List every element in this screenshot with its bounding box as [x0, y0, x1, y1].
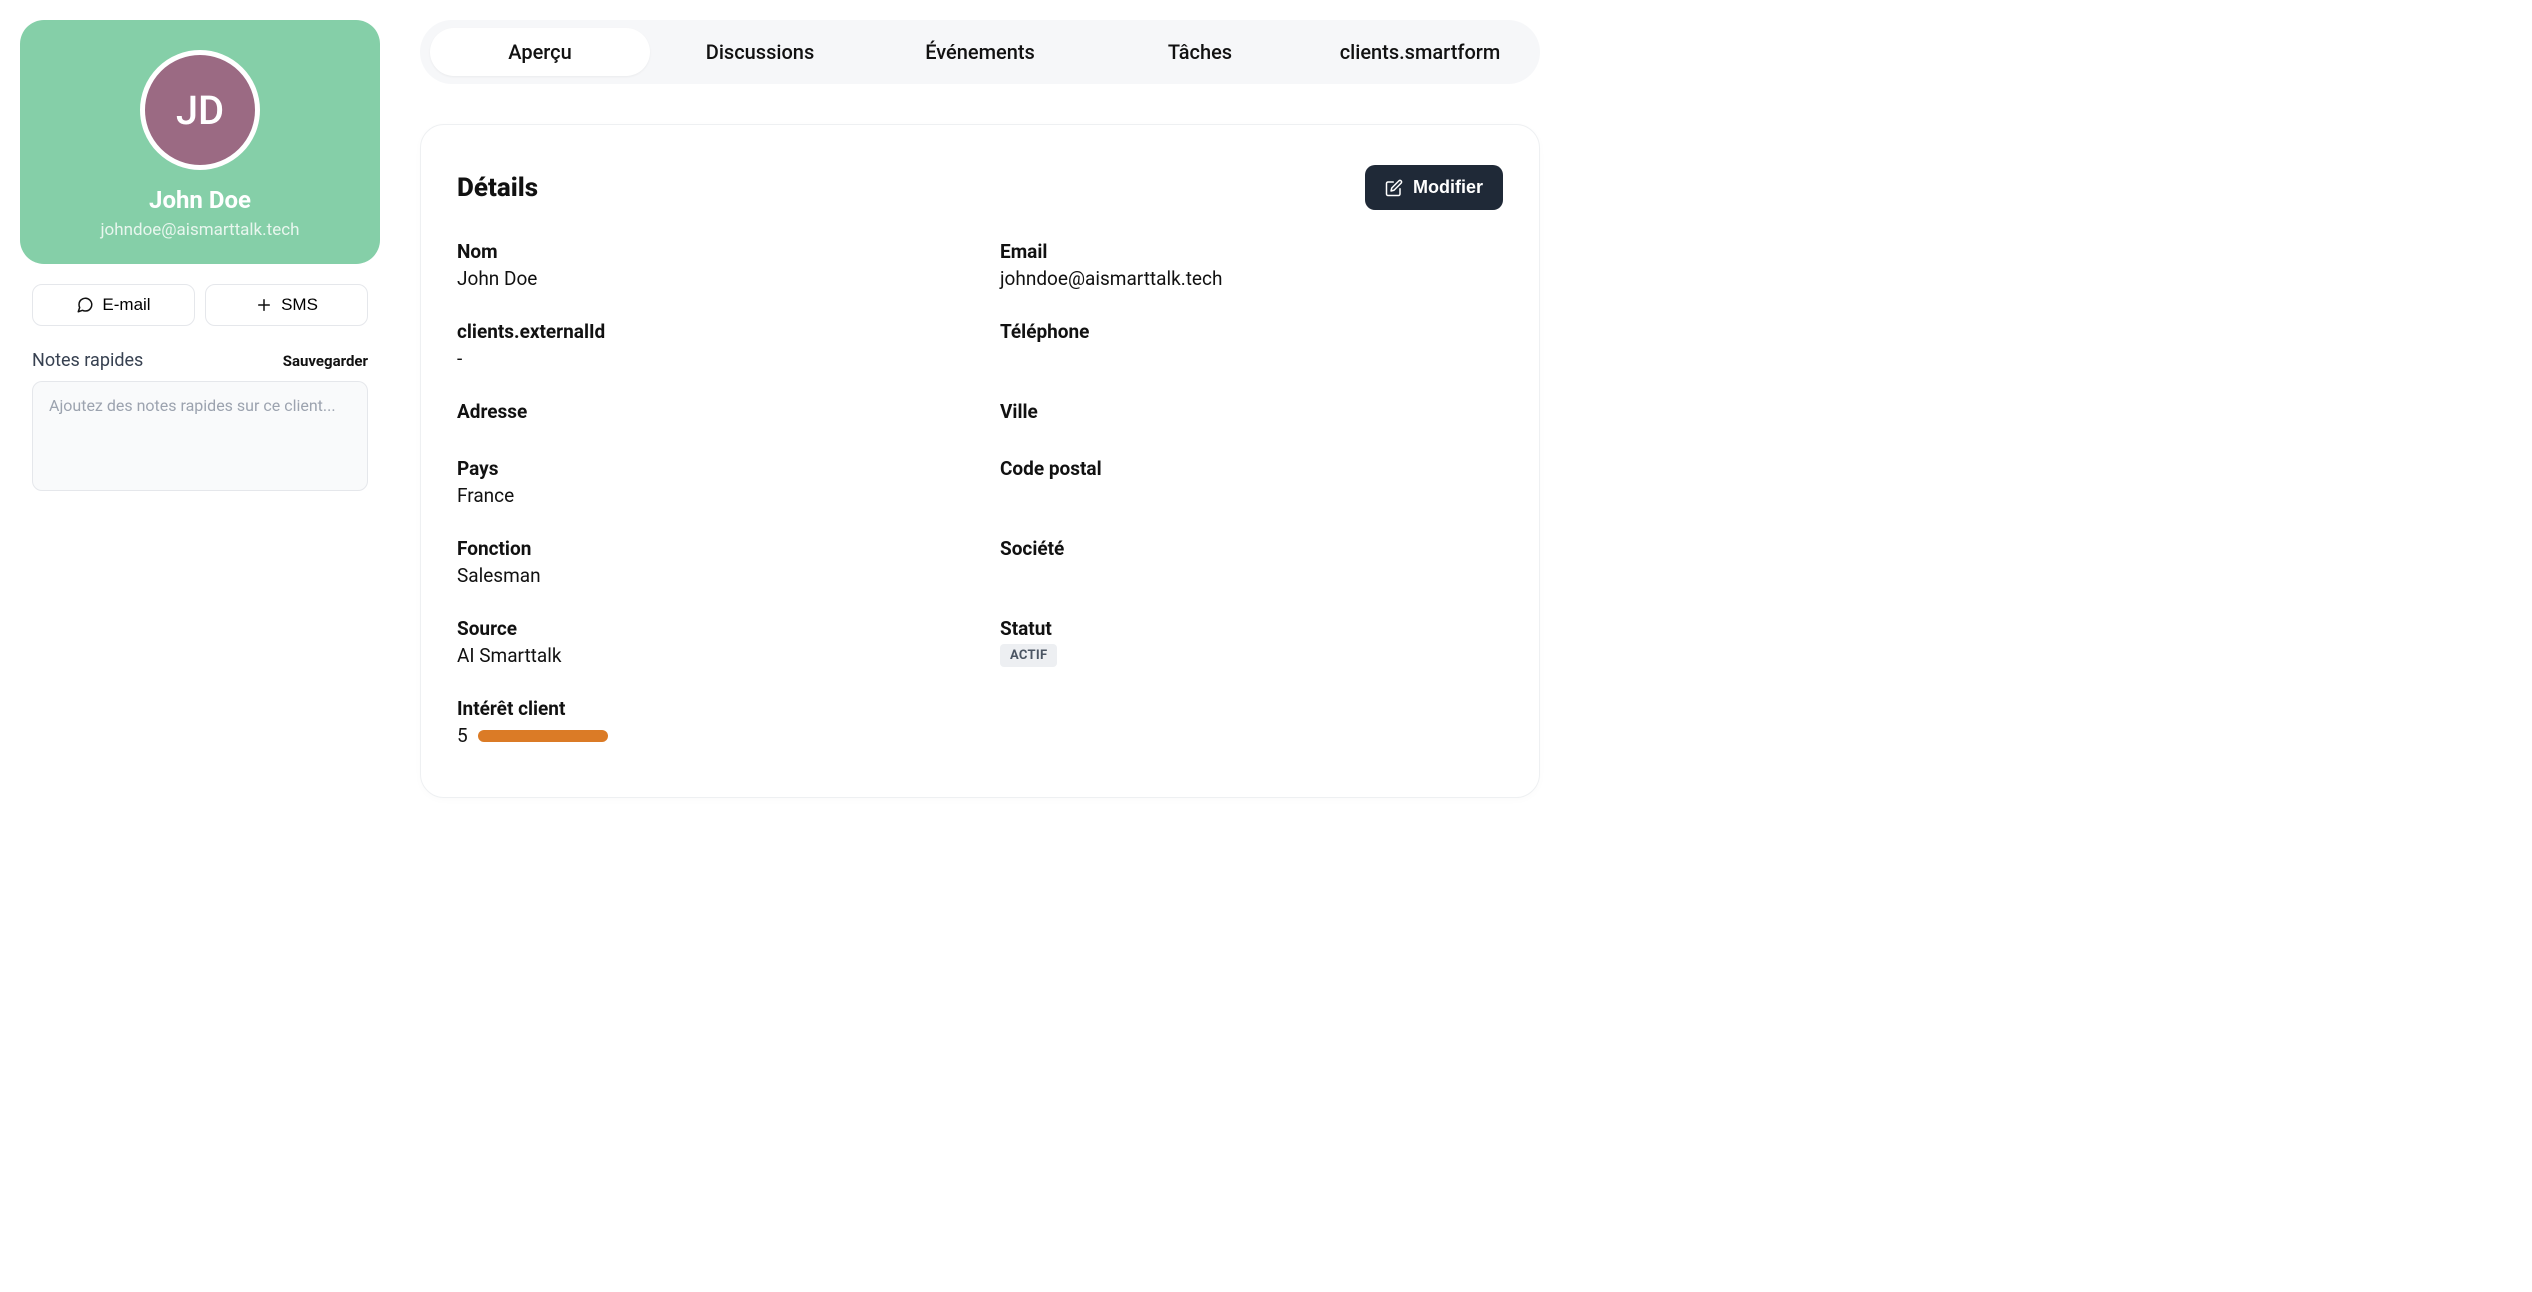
tabs: Aperçu Discussions Événements Tâches cli… — [420, 20, 1540, 84]
interest-bar — [478, 730, 608, 742]
field-city-label: Ville — [1000, 400, 1503, 423]
notes-header: Notes rapides Sauvegarder — [20, 350, 380, 371]
notes-label: Notes rapides — [32, 350, 143, 371]
profile-name: John Doe — [40, 186, 360, 214]
profile-email: johndoe@aismarttalk.tech — [40, 220, 360, 240]
field-postal-label: Code postal — [1000, 457, 1503, 480]
tab-smartform[interactable]: clients.smartform — [1310, 28, 1530, 76]
field-email: Email johndoe@aismarttalk.tech — [1000, 240, 1503, 290]
sidebar: JD John Doe johndoe@aismarttalk.tech E-m… — [20, 20, 380, 798]
field-status-label: Statut — [1000, 617, 1503, 640]
details-grid: Nom John Doe Email johndoe@aismarttalk.t… — [457, 240, 1503, 747]
field-interest-label: Intérêt client — [457, 697, 1503, 720]
action-row: E-mail SMS — [20, 284, 380, 326]
panel-title: Détails — [457, 173, 538, 203]
field-email-label: Email — [1000, 240, 1503, 263]
notes-textarea[interactable] — [32, 381, 368, 491]
field-address: Adresse — [457, 400, 960, 427]
plus-icon — [255, 296, 273, 314]
notes-area — [32, 381, 368, 495]
field-externalid: clients.externalId - — [457, 320, 960, 370]
field-company: Société — [1000, 537, 1503, 587]
details-panel: Détails Modifier Nom John Doe Email john… — [420, 124, 1540, 798]
email-button-label: E-mail — [102, 295, 150, 315]
notes-save-button[interactable]: Sauvegarder — [283, 352, 368, 370]
panel-header: Détails Modifier — [457, 165, 1503, 210]
field-interest-value: 5 — [457, 724, 468, 747]
tab-tasks[interactable]: Tâches — [1090, 28, 1310, 76]
sms-button[interactable]: SMS — [205, 284, 368, 326]
field-name-value: John Doe — [457, 267, 960, 290]
sms-button-label: SMS — [281, 295, 318, 315]
field-address-label: Adresse — [457, 400, 960, 423]
field-source: Source AI Smarttalk — [457, 617, 960, 667]
avatar-initials: JD — [176, 87, 224, 134]
profile-card: JD John Doe johndoe@aismarttalk.tech — [20, 20, 380, 264]
field-name-label: Nom — [457, 240, 960, 263]
field-interest: Intérêt client 5 — [457, 697, 1503, 747]
main: Aperçu Discussions Événements Tâches cli… — [420, 20, 1540, 798]
field-company-label: Société — [1000, 537, 1503, 560]
field-country: Pays France — [457, 457, 960, 507]
tab-events[interactable]: Événements — [870, 28, 1090, 76]
field-city: Ville — [1000, 400, 1503, 427]
avatar: JD — [140, 50, 260, 170]
field-function-label: Fonction — [457, 537, 960, 560]
field-source-label: Source — [457, 617, 960, 640]
field-status: Statut ACTIF — [1000, 617, 1503, 667]
edit-button[interactable]: Modifier — [1365, 165, 1503, 210]
field-country-label: Pays — [457, 457, 960, 480]
field-name: Nom John Doe — [457, 240, 960, 290]
field-source-value: AI Smarttalk — [457, 644, 960, 667]
field-postal: Code postal — [1000, 457, 1503, 507]
field-function: Fonction Salesman — [457, 537, 960, 587]
tab-overview[interactable]: Aperçu — [430, 28, 650, 76]
field-phone-label: Téléphone — [1000, 320, 1503, 343]
field-email-value: johndoe@aismarttalk.tech — [1000, 267, 1503, 290]
field-externalid-label: clients.externalId — [457, 320, 960, 343]
edit-button-label: Modifier — [1413, 177, 1483, 198]
edit-icon — [1385, 179, 1403, 197]
email-button[interactable]: E-mail — [32, 284, 195, 326]
field-country-value: France — [457, 484, 960, 507]
field-phone: Téléphone — [1000, 320, 1503, 370]
tab-discussions[interactable]: Discussions — [650, 28, 870, 76]
field-externalid-value: - — [457, 347, 960, 370]
field-function-value: Salesman — [457, 564, 960, 587]
status-badge: ACTIF — [1000, 644, 1057, 667]
chat-icon — [76, 296, 94, 314]
